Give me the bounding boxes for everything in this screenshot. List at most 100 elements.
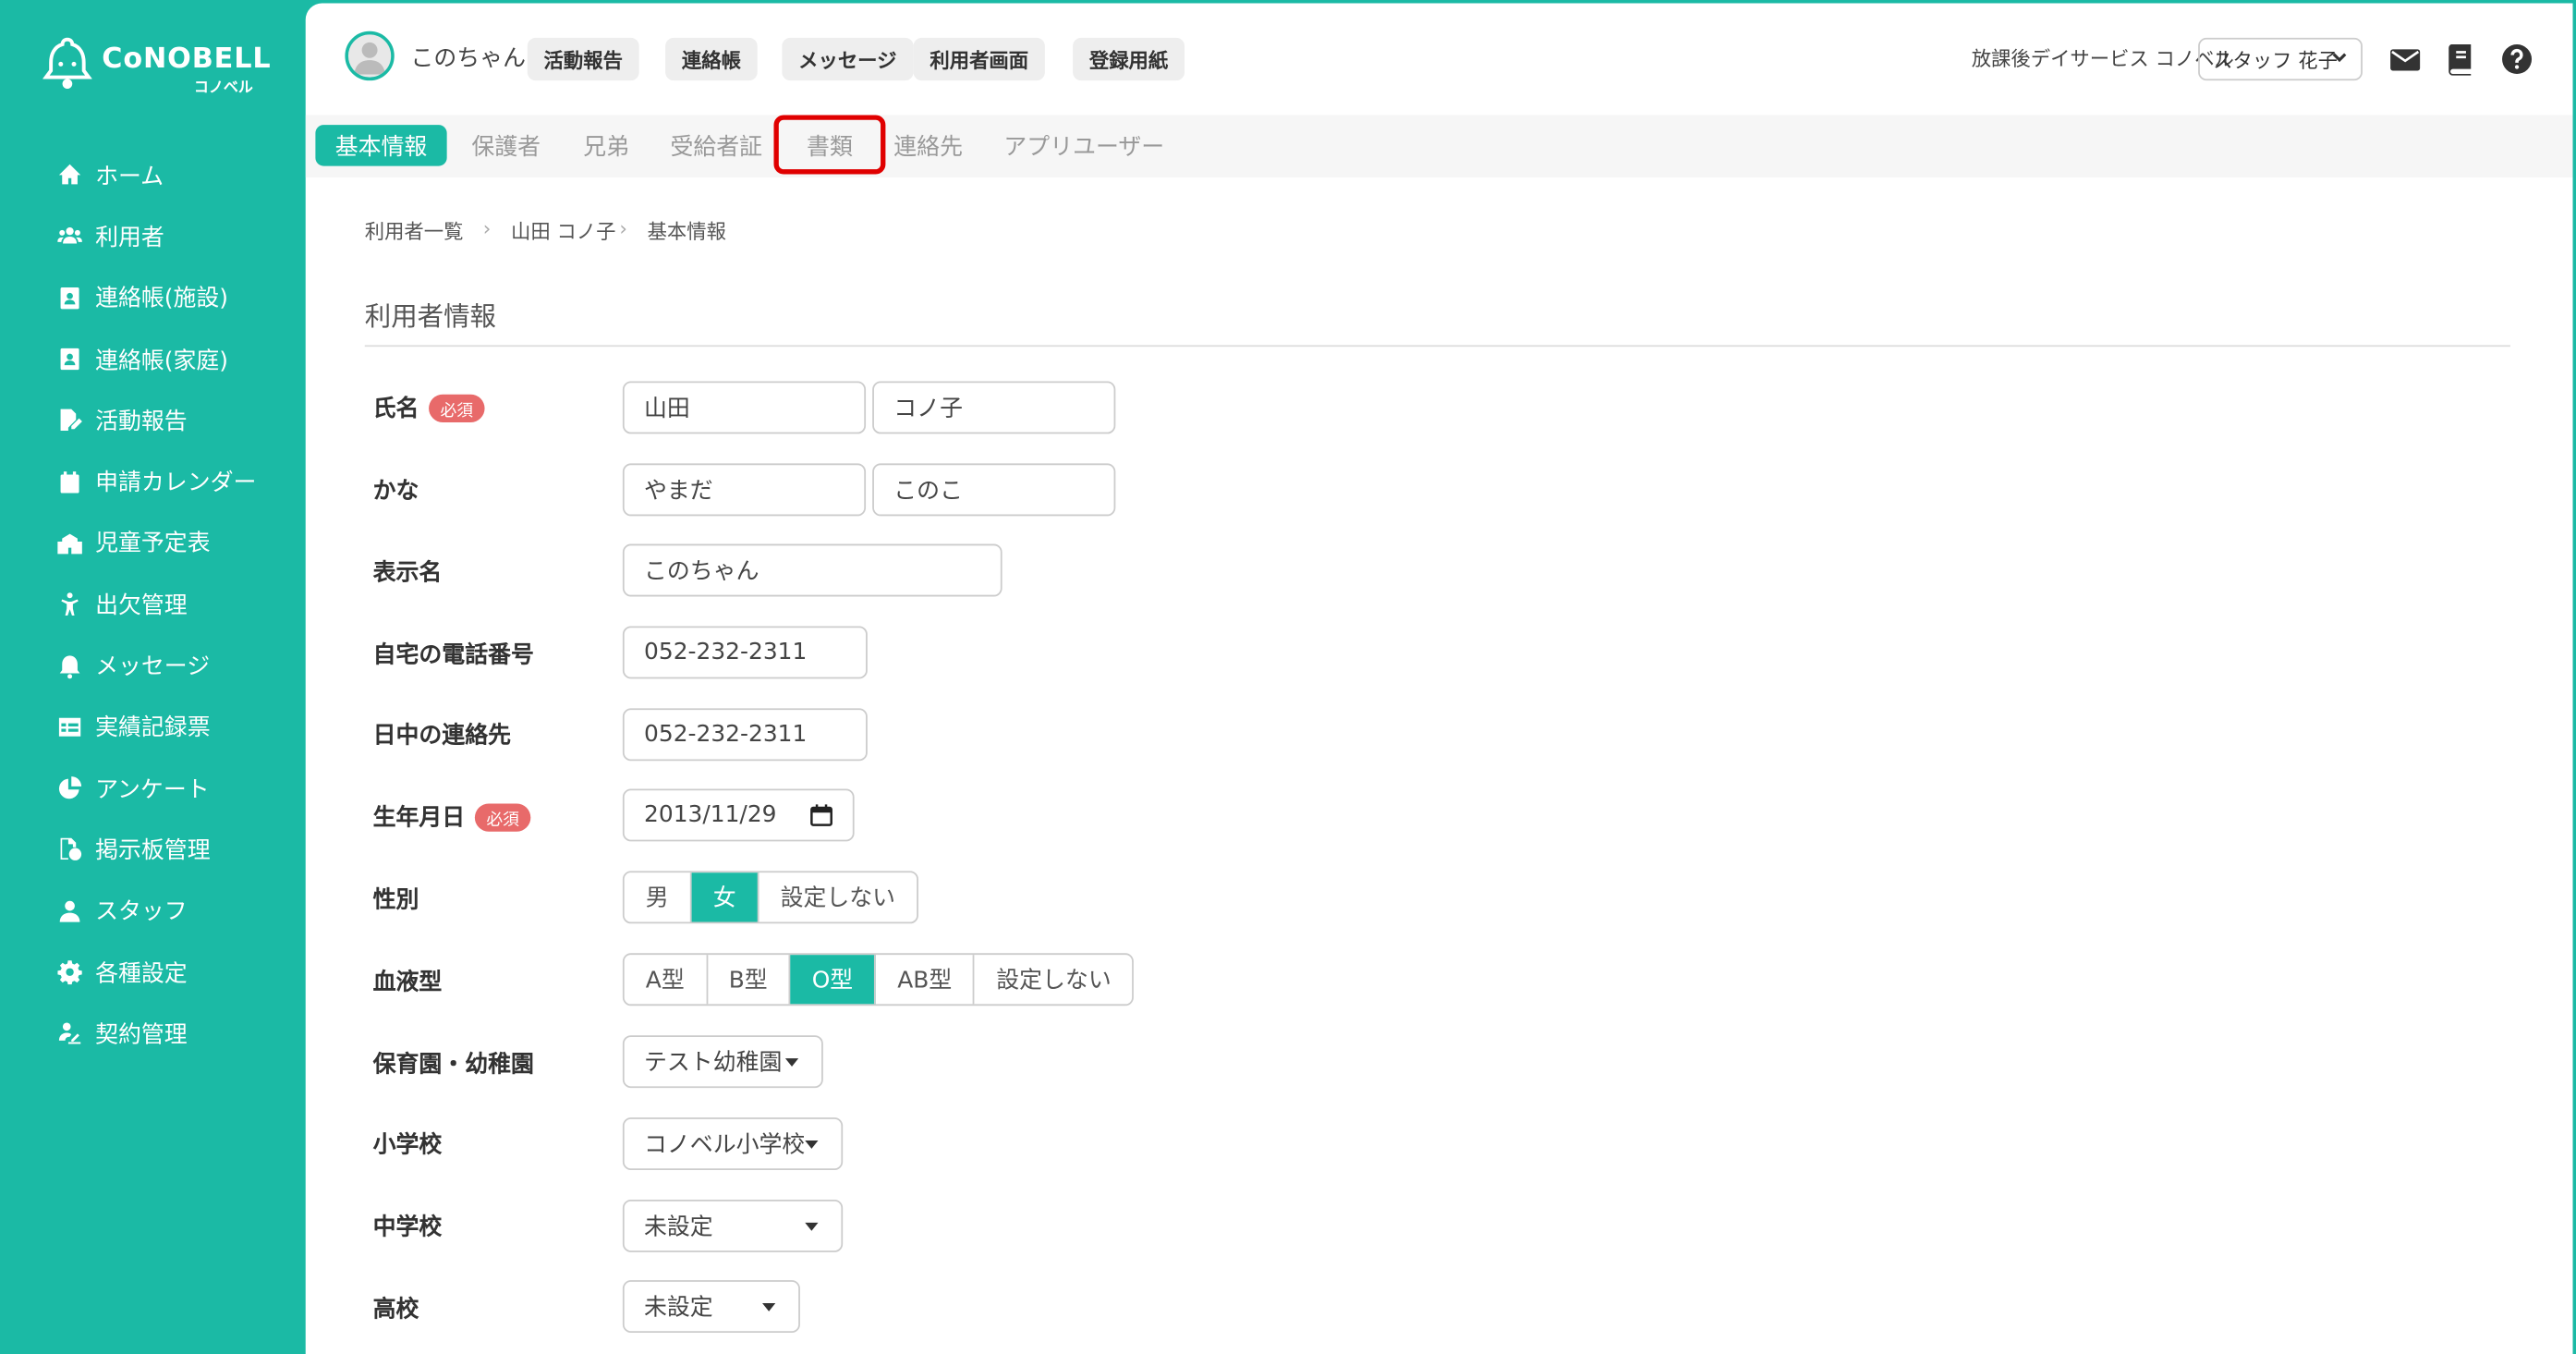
avatar[interactable] (345, 30, 395, 81)
blood-option-b[interactable]: B型 (708, 955, 791, 1005)
high-school-select[interactable]: 未設定 (622, 1280, 800, 1334)
main-panel: このちゃん 活動報告 連絡帳 メッセージ 利用者画面 登録用紙 放課後デイサービ… (305, 3, 2573, 1354)
caret-down-icon (805, 1141, 819, 1149)
bell-logo-icon (43, 37, 92, 90)
elementary-select[interactable]: コノベル小学校 (622, 1117, 844, 1171)
sidebar-item-label: 申請カレンダー (95, 470, 257, 497)
day-contact-input[interactable]: 052-232-2311 (622, 708, 868, 762)
nursery-select[interactable]: テスト幼稚園 (622, 1035, 823, 1089)
sidebar-item-label: 連絡帳(家庭) (95, 348, 229, 374)
staff-select-value: スタッフ 花子 (2213, 48, 2338, 72)
birthday-input[interactable]: 2013/11/29 (622, 788, 855, 842)
sidebar-nav: ホーム 利用者 連絡帳(施設) 連絡帳(家庭) 活動報告 申請カレンダー 児童予… (0, 144, 306, 1064)
school-icon (55, 530, 82, 555)
tab-contacts[interactable]: 連絡先 (874, 125, 982, 165)
sidebar-item-message[interactable]: メッセージ (0, 635, 306, 696)
field-label-text: 氏名 (372, 396, 419, 422)
home-icon (55, 162, 81, 188)
breadcrumb-separator-icon: › (619, 216, 627, 240)
tab-siblings[interactable]: 兄弟 (564, 125, 649, 165)
help-icon[interactable] (2500, 43, 2533, 76)
report-edit-icon (55, 408, 82, 433)
sidebar-item-activity-report[interactable]: 活動報告 (0, 390, 306, 451)
tab-basic-info[interactable]: 基本情報 (315, 125, 447, 166)
user-screen-button[interactable]: 利用者画面 (913, 37, 1045, 81)
display-name-input[interactable]: このちゃん (622, 543, 1002, 597)
user-avatar-icon (354, 42, 386, 75)
elementary-select-value: コノベル小学校 (644, 1132, 806, 1159)
last-name-input[interactable]: 山田 (622, 381, 867, 434)
sidebar-item-records[interactable]: 実績記録票 (0, 696, 306, 757)
sidebar-item-label: アンケート (95, 776, 210, 803)
sidebar-item-staff[interactable]: スタッフ (0, 880, 306, 941)
person-icon (55, 592, 81, 617)
sidebar-item-attendance[interactable]: 出欠管理 (0, 574, 306, 635)
required-badge: 必須 (429, 393, 485, 422)
section-title: 利用者情報 (364, 300, 497, 333)
gender-option-unset[interactable]: 設定しない (759, 872, 917, 921)
user-name: このちゃん (410, 45, 526, 73)
staff-select[interactable]: スタッフ 花子 (2198, 37, 2363, 81)
junior-high-select[interactable]: 未設定 (622, 1200, 844, 1252)
gender-option-male[interactable]: 男 (625, 872, 692, 922)
sidebar-item-contact-home[interactable]: 連絡帳(家庭) (0, 328, 306, 389)
sidebar-item-contact-facility[interactable]: 連絡帳(施設) (0, 267, 306, 328)
sidebar-item-users[interactable]: 利用者 (0, 206, 306, 267)
sidebar-item-schedule[interactable]: 児童予定表 (0, 512, 306, 573)
breadcrumb-item[interactable]: 山田 コノ子 (511, 217, 615, 245)
birthday-value: 2013/11/29 (644, 801, 777, 829)
first-name-input[interactable]: コノ子 (872, 381, 1116, 434)
registration-form-button[interactable]: 登録用紙 (1073, 37, 1185, 81)
field-label-gender: 性別 (372, 887, 419, 914)
caret-down-icon (784, 1058, 799, 1067)
sidebar-item-home[interactable]: ホーム (0, 144, 306, 205)
sidebar-item-label: 出欠管理 (95, 592, 188, 619)
sidebar-item-contract[interactable]: 契約管理 (0, 1003, 306, 1064)
tab-documents[interactable]: 書類 (787, 125, 872, 165)
top-bar: このちゃん 活動報告 連絡帳 メッセージ 利用者画面 登録用紙 放課後デイサービ… (306, 4, 2573, 112)
blood-option-unset[interactable]: 設定しない (975, 955, 1133, 1004)
book-icon[interactable] (2445, 43, 2478, 76)
brand-logo[interactable]: CoNOBELL コノベル (43, 36, 273, 102)
blood-option-a[interactable]: A型 (625, 955, 708, 1005)
sidebar-item-survey[interactable]: アンケート (0, 758, 306, 819)
blood-type-segmented-control: A型 B型 O型 AB型 設定しない (622, 953, 1135, 1006)
contract-icon (55, 1020, 81, 1046)
blood-option-ab[interactable]: AB型 (876, 955, 976, 1005)
sidebar-item-board[interactable]: 掲示板管理 (0, 819, 306, 880)
junior-high-select-value: 未設定 (644, 1214, 713, 1241)
sidebar-item-label: 活動報告 (95, 409, 188, 435)
sidebar-item-label: 掲示板管理 (95, 837, 211, 865)
tab-app-users[interactable]: アプリユーザー (984, 125, 1184, 165)
last-name-kana-input[interactable]: やまだ (622, 463, 867, 517)
breadcrumb-item[interactable]: 利用者一覧 (365, 217, 464, 245)
gear-icon (55, 959, 81, 985)
chevron-down-icon (2332, 53, 2347, 63)
gender-option-female[interactable]: 女 (691, 872, 759, 922)
tab-certificate[interactable]: 受給者証 (650, 125, 782, 165)
sidebar-item-calendar[interactable]: 申請カレンダー (0, 451, 306, 512)
blood-option-o[interactable]: O型 (790, 955, 877, 1005)
mail-icon[interactable] (2388, 43, 2422, 76)
sidebar-item-settings[interactable]: 各種設定 (0, 942, 306, 1003)
board-icon (55, 836, 81, 862)
sidebar-item-label: 利用者 (95, 225, 164, 251)
field-label-name: 氏名 必須 (373, 391, 485, 424)
sidebar-item-label: 各種設定 (95, 960, 188, 987)
required-badge: 必須 (474, 802, 531, 831)
field-label-day-contact: 日中の連絡先 (372, 723, 511, 750)
breadcrumb-separator-icon: › (482, 216, 492, 240)
tab-guardian[interactable]: 保護者 (452, 125, 560, 165)
contact-book-button[interactable]: 連絡帳 (665, 37, 758, 81)
home-phone-input[interactable]: 052-232-2311 (622, 626, 868, 679)
field-label-high-school: 高校 (372, 1296, 419, 1324)
field-label-birthday: 生年月日 必須 (373, 800, 531, 834)
calendar-icon (55, 469, 81, 494)
first-name-kana-input[interactable]: このこ (872, 463, 1116, 517)
sidebar-item-label: 連絡帳(施設) (95, 286, 229, 313)
calendar-icon[interactable] (810, 803, 833, 826)
nursery-select-value: テスト幼稚園 (644, 1050, 783, 1077)
activity-report-button[interactable]: 活動報告 (527, 37, 639, 81)
message-button[interactable]: メッセージ (782, 37, 914, 81)
sidebar-item-label: 児童予定表 (95, 531, 211, 558)
